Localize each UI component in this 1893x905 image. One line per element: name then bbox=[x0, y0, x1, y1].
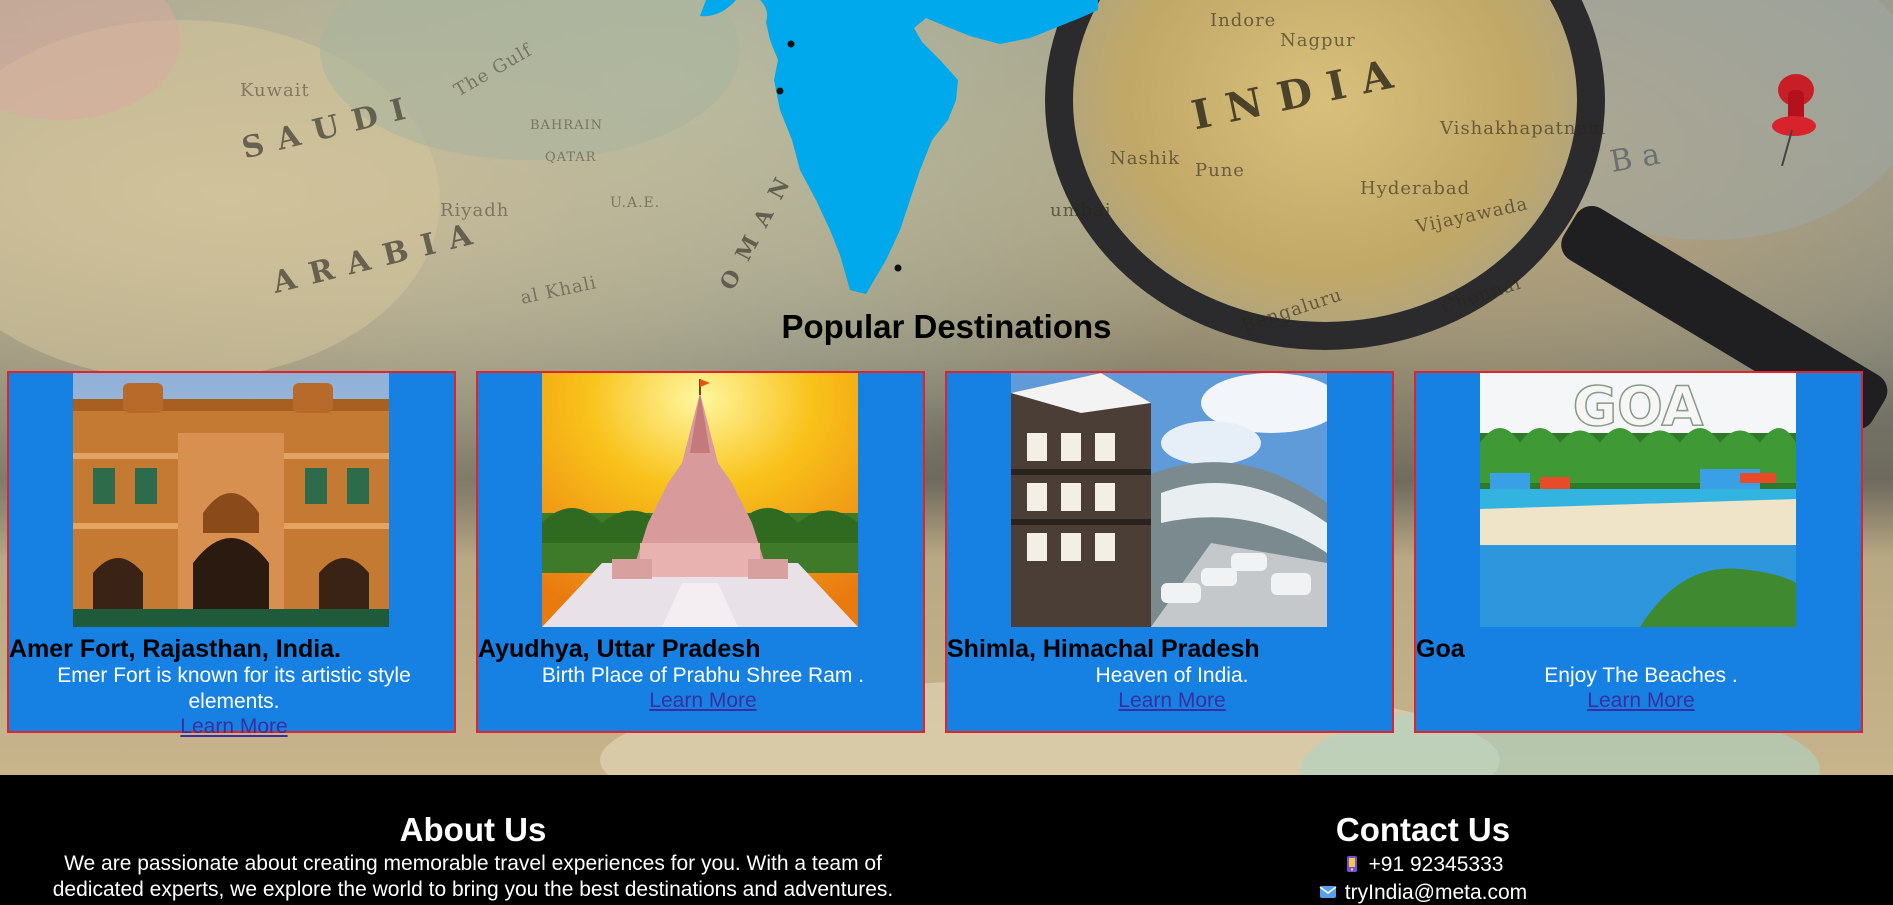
card-description: Emer Fort is known for its artistic styl… bbox=[57, 664, 411, 713]
card-description: Enjoy The Beaches . bbox=[1544, 664, 1738, 687]
india-map-shape bbox=[700, 0, 1098, 294]
destination-card-ayodhya: Ayudhya, Uttar Pradesh Birth Place of Pr… bbox=[476, 371, 925, 733]
amer-fort-photo bbox=[73, 373, 389, 627]
ram-mandir-photo bbox=[542, 373, 858, 627]
card-title: Shimla, Himachal Pradesh bbox=[947, 635, 1260, 663]
phone-icon bbox=[1346, 856, 1357, 872]
learn-more-link[interactable]: Learn More bbox=[508, 689, 898, 713]
map-label-nagpur: Nagpur bbox=[1280, 30, 1356, 51]
card-description: Birth Place of Prabhu Shree Ram . bbox=[541, 664, 865, 687]
map-pin-icon bbox=[1772, 74, 1816, 166]
map-label-empty-quarter: al Khali bbox=[518, 272, 599, 309]
contact-email: tryIndia@meta.com bbox=[1000, 881, 1846, 905]
about-us-title: About Us bbox=[399, 811, 547, 848]
shimla-photo bbox=[1011, 373, 1327, 627]
email-address[interactable]: tryIndia@meta.com bbox=[1345, 881, 1527, 904]
map-label-kuwait: Kuwait bbox=[240, 80, 310, 101]
phone-number[interactable]: +91 92345333 bbox=[1369, 853, 1504, 876]
card-title: Amer Fort, Rajasthan, India. bbox=[9, 635, 342, 663]
learn-more-link[interactable]: Learn More bbox=[1446, 689, 1836, 713]
goa-photo: GOA bbox=[1480, 373, 1796, 627]
card-title: Goa bbox=[1416, 635, 1465, 663]
card-description: Heaven of India. bbox=[1095, 664, 1249, 687]
map-label-nashik: Nashik bbox=[1110, 148, 1180, 169]
about-us-text: We are passionate about creating memorab… bbox=[52, 852, 894, 901]
map-label-indore: Indore bbox=[1210, 10, 1277, 31]
footer: About Us We are passionate about creatin… bbox=[0, 775, 1893, 905]
map-label-visakhapatnam: Vishakhapatnam bbox=[1440, 118, 1607, 139]
goa-photo-title: GOA bbox=[1573, 375, 1704, 438]
popular-destinations-title: Popular Destinations bbox=[781, 308, 1112, 345]
map-label-uae: U.A.E. bbox=[610, 195, 661, 211]
map-label-riyadh: Riyadh bbox=[440, 200, 510, 221]
email-icon bbox=[1319, 886, 1337, 898]
destination-card-shimla: Shimla, Himachal Pradesh Heaven of India… bbox=[945, 371, 1394, 733]
contact-phone: +91 92345333 bbox=[1000, 853, 1846, 877]
learn-more-link[interactable]: Learn More bbox=[977, 689, 1367, 713]
card-title: Ayudhya, Uttar Pradesh bbox=[478, 635, 761, 663]
map-label-bahrain: BAHRAIN bbox=[530, 118, 603, 133]
destination-card-amer-fort: Amer Fort, Rajasthan, India. Emer Fort i… bbox=[7, 371, 456, 738]
map-label-pune: Pune bbox=[1195, 160, 1245, 181]
map-label-qatar: QATAR bbox=[545, 150, 597, 165]
destination-card-goa: GOA Goa Enjoy The Beaches . Learn More bbox=[1414, 371, 1863, 733]
learn-more-link[interactable]: Learn More bbox=[39, 715, 429, 739]
map-label-hyderabad: Hyderabad bbox=[1360, 178, 1471, 199]
contact-us-title: Contact Us bbox=[1335, 811, 1511, 848]
